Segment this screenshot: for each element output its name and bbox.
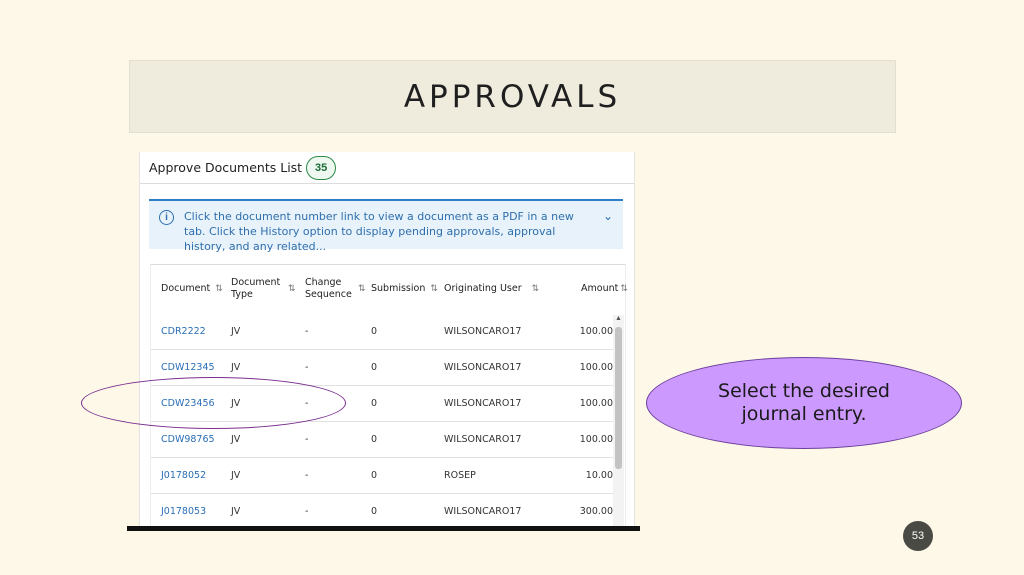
page-number-badge: 53	[903, 521, 933, 551]
info-circle-icon: i	[159, 210, 174, 225]
table-header: Document ⇅ Document Type ⇅ Change Sequen…	[151, 265, 628, 313]
sort-updown-icon[interactable]: ⇅	[430, 283, 438, 295]
sort-updown-icon[interactable]: ⇅	[215, 283, 223, 295]
column-header-document[interactable]: Document ⇅	[161, 265, 223, 313]
info-banner: i Click the document number link to view…	[149, 199, 623, 253]
approve-documents-screenshot: Approve Documents List 35 i Click the do…	[139, 152, 635, 526]
sort-updown-icon[interactable]: ⇅	[288, 283, 296, 295]
column-header-amount[interactable]: Amount ⇅	[581, 265, 628, 313]
document-link[interactable]: J0178053	[161, 493, 206, 526]
scrollbar-thumb[interactable]	[615, 327, 622, 469]
slide-title-bar: APPROVALS	[129, 60, 896, 133]
screenshot-bottom-border	[127, 526, 640, 531]
column-header-submission[interactable]: Submission ⇅	[371, 265, 438, 313]
slide-title: APPROVALS	[403, 78, 622, 115]
sort-updown-icon[interactable]: ⇅	[620, 283, 628, 295]
table-row: J0178053 JV - 0 WILSONCARO17 300.00	[151, 493, 613, 526]
column-header-change-sequence[interactable]: Change Sequence ⇅	[305, 265, 367, 313]
column-header-originating-user[interactable]: Originating User ⇅	[444, 265, 539, 313]
info-text: Click the document number link to view a…	[184, 210, 574, 253]
document-link[interactable]: J0178052	[161, 457, 206, 493]
list-header: Approve Documents List 35	[140, 152, 634, 184]
callout-text: Select the desired journal entry.	[718, 380, 890, 425]
document-link[interactable]: CDR2222	[161, 313, 206, 349]
table-row: J0178052 JV - 0 ROSEP 10.00	[151, 457, 613, 494]
document-count-badge: 35	[306, 155, 337, 180]
table-row: CDR2222 JV - 0 WILSONCARO17 100.00	[151, 313, 613, 350]
chevron-down-icon[interactable]: ⌄	[603, 209, 613, 223]
sort-updown-icon[interactable]: ⇅	[532, 283, 540, 295]
highlight-ellipse	[81, 377, 346, 429]
sort-updown-icon[interactable]: ⇅	[358, 283, 366, 295]
instruction-callout: Select the desired journal entry.	[646, 357, 962, 449]
column-header-document-type[interactable]: Document Type ⇅	[231, 265, 299, 313]
table-scrollbar[interactable]: ▲	[613, 315, 624, 526]
scroll-up-arrow-icon[interactable]: ▲	[615, 315, 622, 322]
list-title: Approve Documents List	[149, 160, 303, 175]
